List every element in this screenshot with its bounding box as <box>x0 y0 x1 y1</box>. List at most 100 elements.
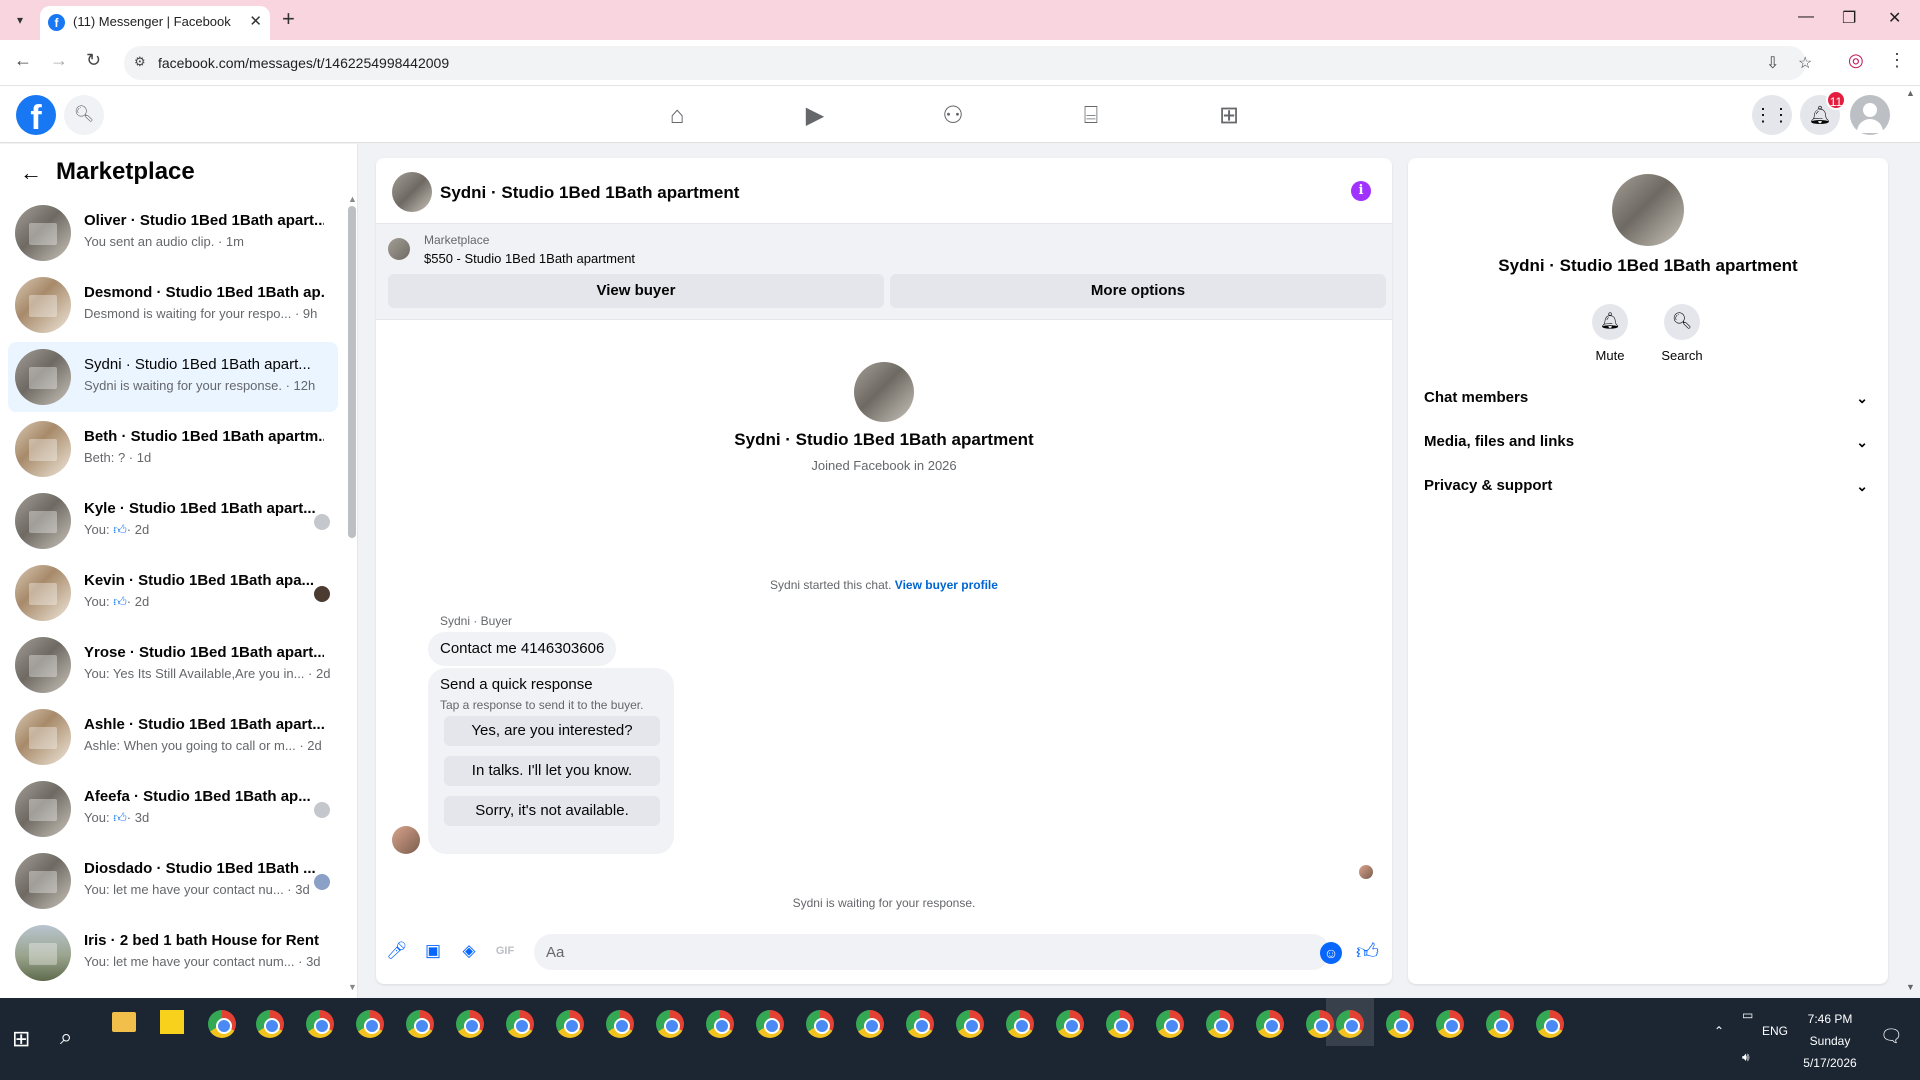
mute-button[interactable]: 🔔︎ Mute <box>1580 304 1640 363</box>
photo-icon[interactable]: ▣ <box>422 940 444 962</box>
chrome-profile-icon[interactable] <box>1336 1010 1364 1038</box>
chat-members-section[interactable]: Chat members ⌄ <box>1424 380 1872 416</box>
view-buyer-button[interactable]: View buyer <box>388 274 884 308</box>
windows-start-icon[interactable]: ⊞ <box>12 1026 30 1052</box>
chrome-profile-icon[interactable] <box>506 1010 534 1038</box>
chrome-profile-icon[interactable] <box>1156 1010 1184 1038</box>
conversation-item[interactable]: Kevin · Studio 1Bed 1Bath apa... You: 👍︎… <box>8 558 338 628</box>
profile-icon[interactable]: ◎ <box>1848 50 1864 71</box>
chrome-profile-icon[interactable] <box>606 1010 634 1038</box>
site-settings-icon[interactable]: ⚙ <box>134 54 146 70</box>
chrome-profile-icon[interactable] <box>806 1010 834 1038</box>
taskbar-search-icon[interactable]: ⌕ <box>60 1024 72 1050</box>
tab-close-icon[interactable]: ✕ <box>249 12 262 30</box>
restore-icon[interactable]: ❐ <box>1842 8 1856 28</box>
chrome-profile-icon[interactable] <box>306 1010 334 1038</box>
message-input[interactable] <box>534 934 1330 970</box>
system-clock[interactable]: 7:46 PM Sunday 5/17/2026 <box>1790 1008 1870 1074</box>
sticky-notes-icon[interactable] <box>160 1010 184 1034</box>
more-options-button[interactable]: More options <box>890 274 1386 308</box>
apps-grid-icon[interactable]: ⋮⋮ <box>1752 95 1792 135</box>
window-close-icon[interactable]: ✕ <box>1888 8 1901 28</box>
chat-title[interactable]: Sydni · Studio 1Bed 1Bath apartment <box>440 183 739 203</box>
conversation-item[interactable]: Beth · Studio 1Bed 1Bath apartm... Beth:… <box>8 414 338 484</box>
tab-list-chevron-down-icon[interactable]: ▾ <box>8 9 32 31</box>
menu-icon[interactable]: ⋮ <box>1888 50 1906 71</box>
new-tab-plus-icon[interactable]: + <box>282 6 295 32</box>
url-text[interactable]: facebook.com/messages/t/1462254998442009 <box>158 55 449 71</box>
chrome-profile-icon[interactable] <box>1206 1010 1234 1038</box>
chrome-profile-icon[interactable] <box>906 1010 934 1038</box>
forward-icon[interactable]: → <box>50 50 68 71</box>
emoji-icon[interactable]: ☺ <box>1320 942 1342 964</box>
gif-icon[interactable]: GIF <box>494 940 516 962</box>
back-arrow-icon[interactable]: ← <box>20 160 42 186</box>
chrome-icon[interactable] <box>208 1010 236 1038</box>
chrome-profile-icon[interactable] <box>856 1010 884 1038</box>
star-icon[interactable]: ☆ <box>1798 53 1812 73</box>
video-icon[interactable]: ▶ <box>800 101 830 131</box>
conversation-item[interactable]: Oliver · Studio 1Bed 1Bath apart... You … <box>8 198 338 268</box>
language-indicator[interactable]: ENG <box>1762 1024 1788 1038</box>
buyer-avatar[interactable] <box>854 362 914 422</box>
info-icon[interactable]: i <box>1351 181 1371 201</box>
conversation-item[interactable]: Afeefa · Studio 1Bed 1Bath ap... You: 👍︎… <box>8 774 338 844</box>
chrome-profile-icon[interactable] <box>1256 1010 1284 1038</box>
listing-price-title[interactable]: $550 - Studio 1Bed 1Bath apartment <box>424 251 635 266</box>
address-bar[interactable]: ⚙ facebook.com/messages/t/14622549984420… <box>124 46 1812 80</box>
conversation-item[interactable]: Iris · 2 bed 1 bath House for Rent You: … <box>8 918 338 988</box>
home-icon[interactable]: ⌂ <box>662 101 692 131</box>
chrome-profile-icon[interactable] <box>706 1010 734 1038</box>
install-icon[interactable]: ⇩ <box>1766 53 1779 73</box>
privacy-support-section[interactable]: Privacy & support ⌄ <box>1424 468 1872 504</box>
volume-icon[interactable]: 🔊︎ <box>1742 1050 1750 1065</box>
chrome-profile-icon[interactable] <box>756 1010 784 1038</box>
conversation-item[interactable]: Desmond · Studio 1Bed 1Bath ap... Desmon… <box>8 270 338 340</box>
chat-avatar[interactable] <box>392 172 432 212</box>
chrome-profile-icon[interactable] <box>1436 1010 1464 1038</box>
chrome-profile-icon[interactable] <box>956 1010 984 1038</box>
chrome-profile-icon[interactable] <box>1056 1010 1084 1038</box>
notification-center-icon[interactable]: 🗨︎ <box>1880 1026 1903 1047</box>
chrome-profile-icon[interactable] <box>656 1010 684 1038</box>
conversation-item-active[interactable]: Sydni · Studio 1Bed 1Bath apart... Sydni… <box>8 342 338 412</box>
search-icon[interactable]: 🔍︎ <box>64 95 104 135</box>
browser-tab-messenger[interactable]: f (11) Messenger | Facebook ✕ <box>40 6 270 40</box>
conversation-item[interactable]: Ashle · Studio 1Bed 1Bath apart... Ashle… <box>8 702 338 772</box>
groups-icon[interactable]: ⚇ <box>938 101 968 131</box>
quick-response-button[interactable]: Sorry, it's not available. <box>444 796 660 826</box>
account-avatar[interactable] <box>1850 95 1890 135</box>
reload-icon[interactable]: ↻ <box>86 50 101 71</box>
chrome-profile-icon[interactable] <box>356 1010 384 1038</box>
show-hidden-icons-chevron-up-icon[interactable]: ⌃ <box>1714 1024 1724 1038</box>
facebook-logo-icon[interactable]: f <box>16 95 56 137</box>
file-explorer-icon[interactable] <box>112 1012 136 1032</box>
conversation-item[interactable]: Kyle · Studio 1Bed 1Bath apart... You: 👍… <box>8 486 338 556</box>
chrome-profile-icon[interactable] <box>1486 1010 1514 1038</box>
like-icon[interactable]: 👍︎ <box>1356 938 1379 965</box>
chrome-profile-icon[interactable] <box>256 1010 284 1038</box>
chrome-profile-icon[interactable] <box>1106 1010 1134 1038</box>
conversation-avatar[interactable] <box>1612 174 1684 246</box>
scroll-up-arrow-icon[interactable]: ▲ <box>348 194 357 204</box>
quick-response-button[interactable]: In talks. I'll let you know. <box>444 756 660 786</box>
chrome-profile-icon[interactable] <box>556 1010 584 1038</box>
chrome-profile-icon[interactable] <box>456 1010 484 1038</box>
chrome-profile-icon[interactable] <box>1536 1010 1564 1038</box>
quick-response-button[interactable]: Yes, are you interested? <box>444 716 660 746</box>
scroll-down-arrow-icon[interactable]: ▼ <box>348 982 357 992</box>
view-buyer-profile-link[interactable]: View buyer profile <box>895 578 998 592</box>
sidebar-scrollbar[interactable] <box>348 206 356 538</box>
chrome-profile-icon[interactable] <box>1386 1010 1414 1038</box>
network-icon[interactable]: ▭ <box>1742 1008 1753 1022</box>
sticker-icon[interactable]: ◈ <box>458 940 480 962</box>
chrome-profile-icon[interactable] <box>1306 1010 1334 1038</box>
chrome-profile-icon[interactable] <box>1006 1010 1034 1038</box>
mic-icon[interactable]: 🎤︎ <box>386 940 408 962</box>
page-scroll-down-icon[interactable]: ▼ <box>1906 982 1915 992</box>
page-scroll-up-icon[interactable]: ▲ <box>1906 88 1915 98</box>
conversation-item[interactable]: Diosdado · Studio 1Bed 1Bath ... You: le… <box>8 846 338 916</box>
message-bubble[interactable]: Contact me 4146303606 <box>428 632 617 666</box>
gaming-icon[interactable]: ⊞ <box>1214 101 1244 131</box>
minimize-icon[interactable]: — <box>1798 8 1814 26</box>
